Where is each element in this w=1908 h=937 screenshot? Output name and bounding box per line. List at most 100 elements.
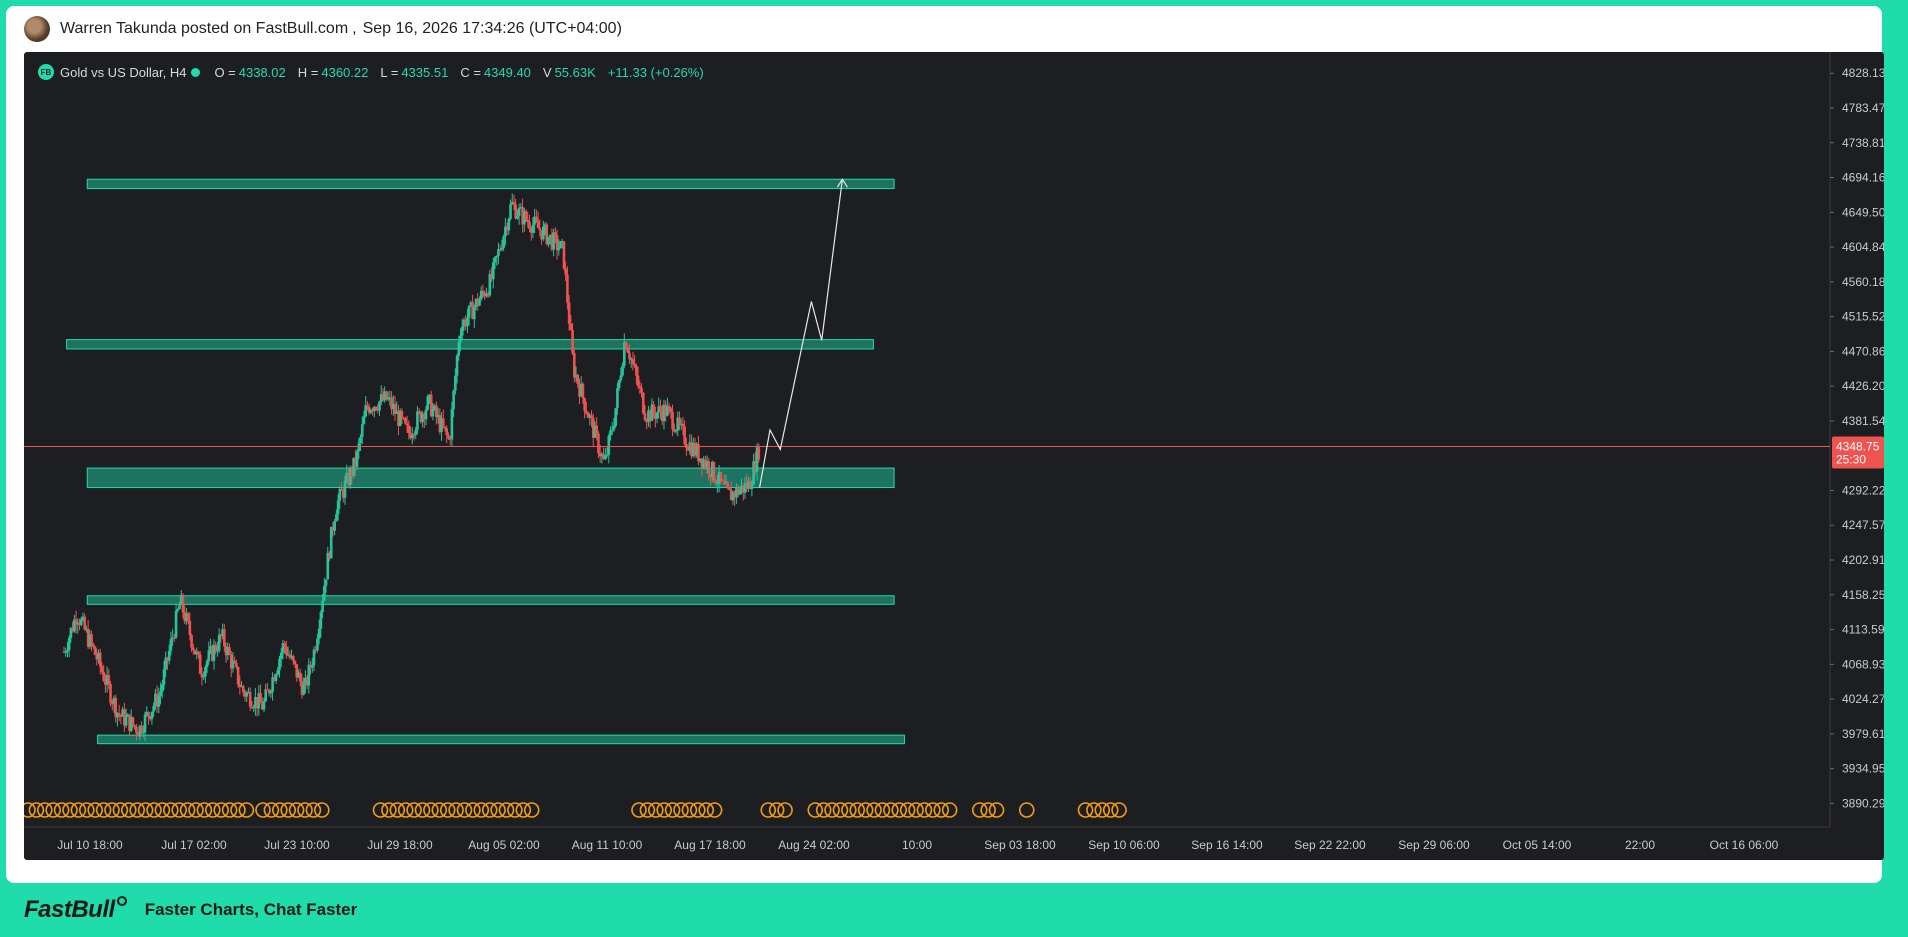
event-marker-icon[interactable] <box>163 802 179 818</box>
candle-body[interactable] <box>262 701 266 710</box>
event-marker-icon[interactable] <box>53 802 70 818</box>
candle-body[interactable] <box>640 387 643 393</box>
candle-body[interactable] <box>481 290 485 293</box>
event-marker-icon[interactable] <box>456 802 473 818</box>
candle-body[interactable] <box>585 410 588 414</box>
brand-logo[interactable]: FastBull <box>24 896 127 924</box>
candle-body[interactable] <box>441 418 445 427</box>
candle-body[interactable] <box>459 335 462 343</box>
candle-body[interactable] <box>100 666 104 672</box>
candle-body[interactable] <box>443 426 447 429</box>
candle-body[interactable] <box>248 692 252 707</box>
candle-body[interactable] <box>590 415 593 419</box>
event-marker-icon[interactable] <box>777 802 793 818</box>
candle-body[interactable] <box>133 725 136 727</box>
event-marker-icon[interactable] <box>891 802 908 818</box>
candle-body[interactable] <box>512 202 516 205</box>
candle-body[interactable] <box>233 660 236 663</box>
candle-body[interactable] <box>467 305 471 318</box>
event-marker-icon[interactable] <box>221 802 238 818</box>
event-marker-icon[interactable] <box>95 802 112 818</box>
candle-body[interactable] <box>607 435 611 455</box>
candle-body[interactable] <box>455 355 459 376</box>
candle-body[interactable] <box>617 380 621 389</box>
candle-body[interactable] <box>190 635 193 648</box>
event-marker-icon[interactable] <box>507 802 523 818</box>
candle-body[interactable] <box>509 204 512 219</box>
candle-body[interactable] <box>655 412 659 419</box>
candle-body[interactable] <box>124 716 128 726</box>
candle-body[interactable] <box>566 274 569 303</box>
candle-body[interactable] <box>241 686 245 693</box>
candle-body[interactable] <box>507 218 511 231</box>
candle-body[interactable] <box>610 429 614 431</box>
candle-body[interactable] <box>202 676 205 678</box>
candle-body[interactable] <box>528 221 531 229</box>
candle-body[interactable] <box>605 454 609 456</box>
candle-body[interactable] <box>638 385 642 388</box>
event-marker-icon[interactable] <box>1077 802 1094 818</box>
candle-body[interactable] <box>269 691 273 694</box>
candle-body[interactable] <box>564 268 567 275</box>
event-marker-icon[interactable] <box>146 802 162 818</box>
candle-body[interactable] <box>205 661 209 668</box>
candle-body[interactable] <box>302 684 305 695</box>
candle-body[interactable] <box>628 352 631 360</box>
candle-body[interactable] <box>140 725 143 734</box>
candle-body[interactable] <box>176 609 180 611</box>
candle-body[interactable] <box>683 426 686 444</box>
event-marker-icon[interactable] <box>639 802 656 818</box>
candle-body[interactable] <box>360 424 364 438</box>
candle-body[interactable] <box>188 620 192 636</box>
candle-body[interactable] <box>716 483 719 485</box>
event-marker-icon[interactable] <box>28 802 45 818</box>
candle-body[interactable] <box>597 433 600 454</box>
candle-body[interactable] <box>355 451 359 467</box>
event-marker-icon[interactable] <box>179 802 196 818</box>
support-resistance-zone[interactable] <box>97 734 905 745</box>
event-marker-icon[interactable] <box>760 802 777 818</box>
candle-body[interactable] <box>531 224 535 233</box>
candle-body[interactable] <box>604 455 607 460</box>
event-marker-icon[interactable] <box>439 802 456 818</box>
candle-body[interactable] <box>616 388 619 409</box>
event-marker-icon[interactable] <box>313 802 330 818</box>
candle-body[interactable] <box>259 693 262 703</box>
candle-body[interactable] <box>83 616 86 630</box>
candle-body[interactable] <box>307 664 311 686</box>
candle-body[interactable] <box>612 425 616 430</box>
event-marker-icon[interactable] <box>832 802 849 818</box>
candle-body[interactable] <box>236 666 240 685</box>
candle-body[interactable] <box>316 638 319 651</box>
candle-body[interactable] <box>416 411 419 430</box>
event-marker-icon[interactable] <box>866 802 882 818</box>
candle-body[interactable] <box>633 363 636 366</box>
candle-body[interactable] <box>681 423 685 427</box>
event-marker-icon[interactable] <box>971 802 988 818</box>
candle-body[interactable] <box>293 660 297 665</box>
candle-body[interactable] <box>535 216 538 221</box>
event-marker-icon[interactable] <box>389 802 406 818</box>
candle-body[interactable] <box>667 406 671 409</box>
event-marker-icon[interactable] <box>213 802 229 818</box>
candle-body[interactable] <box>626 347 630 353</box>
event-marker-icon[interactable] <box>473 802 490 818</box>
candle-body[interactable] <box>576 374 580 384</box>
candle-body[interactable] <box>135 726 138 734</box>
candle-body[interactable] <box>643 413 647 421</box>
event-marker-icon[interactable] <box>431 802 448 818</box>
candle-body[interactable] <box>109 684 112 704</box>
candle-body[interactable] <box>324 579 328 586</box>
candle-body[interactable] <box>67 638 71 650</box>
candle-body[interactable] <box>204 667 207 677</box>
candle-body[interactable] <box>547 236 550 245</box>
candle-body[interactable] <box>374 406 378 410</box>
candle-body[interactable] <box>152 706 155 712</box>
event-marker-icon[interactable] <box>1102 802 1119 818</box>
candle-body[interactable] <box>362 416 366 425</box>
event-marker-icon[interactable] <box>297 802 313 818</box>
event-marker-icon[interactable] <box>908 802 924 818</box>
event-marker-icon[interactable] <box>305 802 322 818</box>
candle-body[interactable] <box>174 610 178 638</box>
candle-body[interactable] <box>216 650 219 652</box>
